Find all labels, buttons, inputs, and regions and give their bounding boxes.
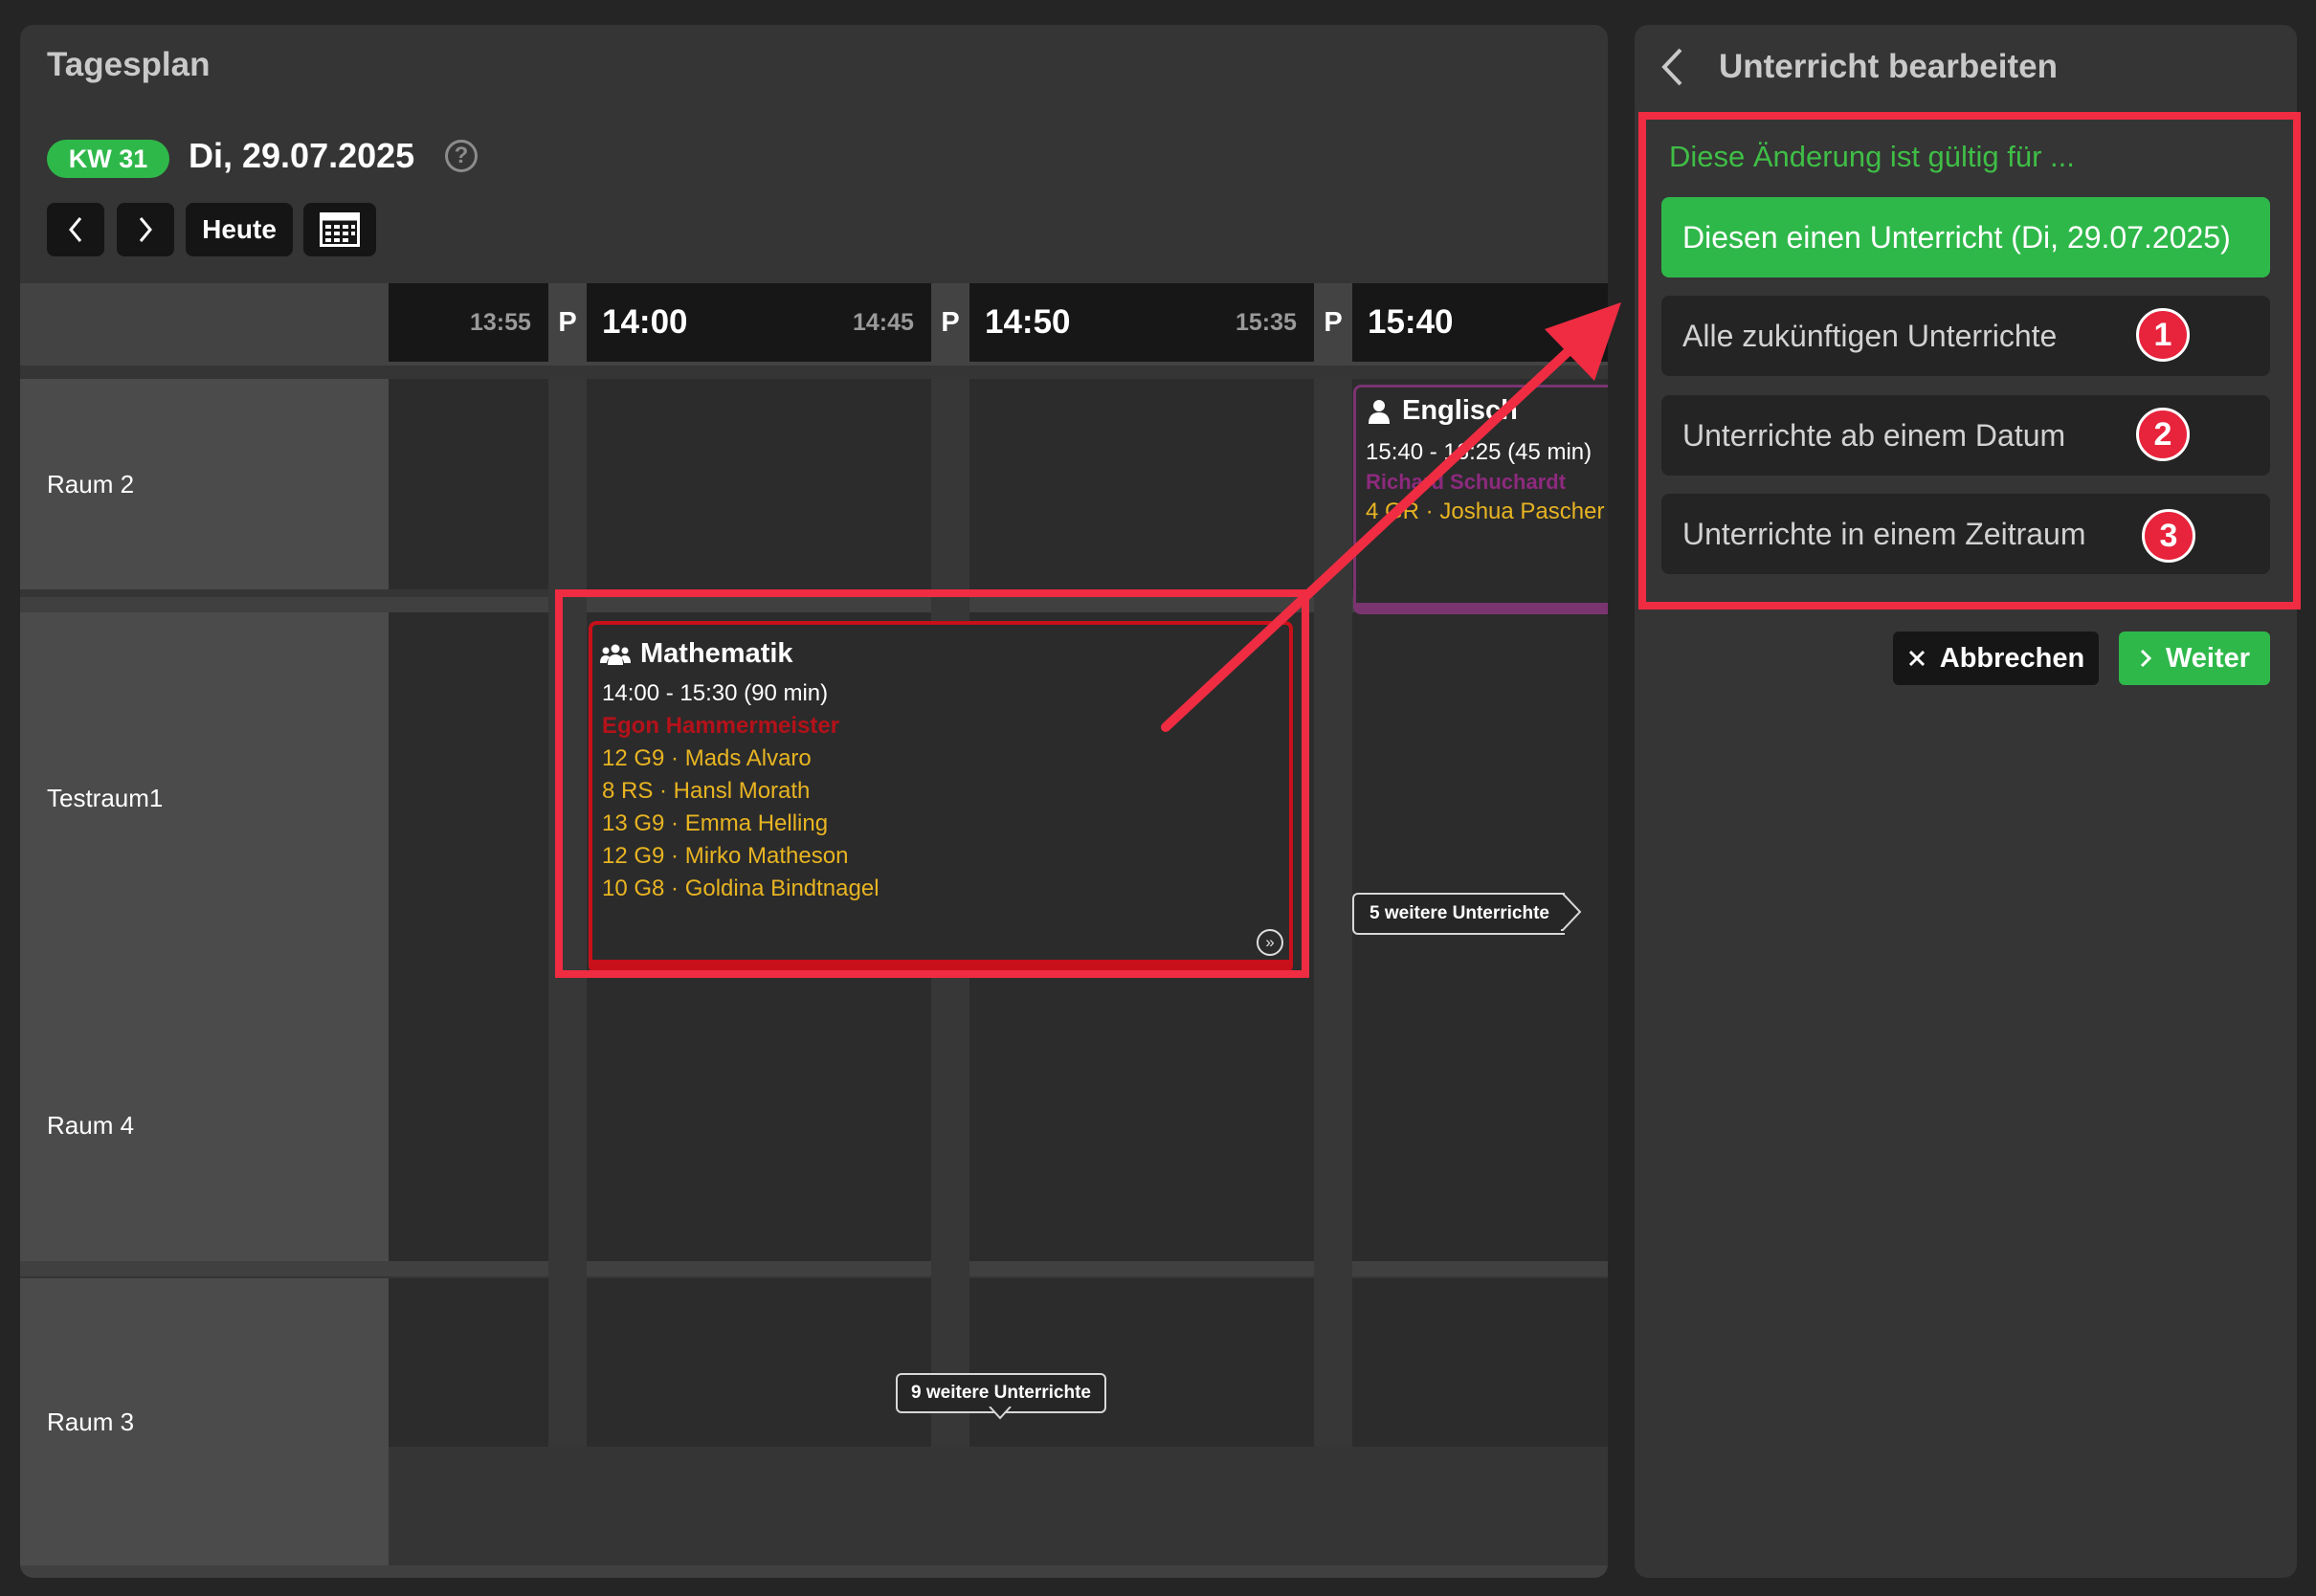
annotation-arrow: [1161, 302, 1621, 732]
